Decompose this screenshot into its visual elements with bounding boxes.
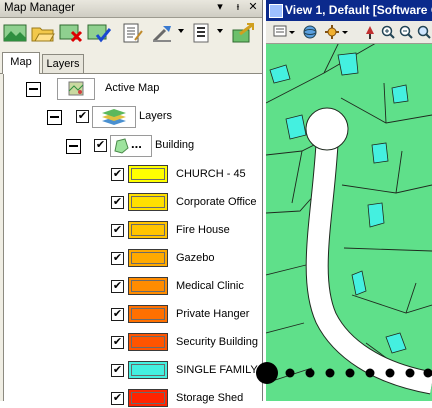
map-manager-toolbar bbox=[0, 18, 262, 50]
building-more-button[interactable]: ... bbox=[131, 136, 142, 151]
map-manager-title: Map Manager bbox=[4, 2, 75, 14]
legend-item-label: CHURCH - 45 bbox=[176, 168, 246, 180]
color-swatch[interactable] bbox=[128, 305, 168, 323]
list-dropdown-arrow-icon[interactable] bbox=[217, 29, 223, 33]
settings-icon[interactable] bbox=[324, 24, 340, 40]
building-footprint[interactable] bbox=[286, 115, 306, 139]
dropdown-arrow-icon[interactable]: ▾ bbox=[214, 1, 226, 14]
legend-item-label: Medical Clinic bbox=[176, 280, 244, 292]
tree-node-layers[interactable]: ✔ Layers bbox=[4, 106, 259, 126]
view-toolbar bbox=[266, 21, 432, 44]
pin-icon[interactable] bbox=[362, 24, 378, 40]
color-swatch[interactable] bbox=[128, 193, 168, 211]
select-dropdown-arrow-icon[interactable] bbox=[288, 24, 296, 40]
road bbox=[306, 108, 432, 383]
open-map-icon[interactable] bbox=[31, 22, 55, 44]
building-label: Building bbox=[155, 139, 194, 151]
zoom-out-icon[interactable] bbox=[398, 24, 414, 40]
legend-item[interactable]: ✔ Storage Shed bbox=[4, 388, 259, 408]
building-footprint[interactable] bbox=[352, 271, 366, 295]
validate-map-icon[interactable] bbox=[87, 22, 111, 44]
tab-layers[interactable]: Layers bbox=[42, 54, 84, 73]
active-map-label: Active Map bbox=[105, 82, 159, 94]
list-icon[interactable] bbox=[190, 22, 214, 44]
tree-node-building[interactable]: ✔ ... Building bbox=[4, 135, 259, 155]
legend-item-label: SINGLE FAMILY bbox=[176, 364, 258, 376]
color-swatch[interactable] bbox=[128, 333, 168, 351]
settings-dropdown-arrow-icon[interactable] bbox=[341, 24, 349, 40]
map-manager-titlebar: Map Manager ▾ ᵻ ✕ bbox=[0, 0, 262, 18]
close-icon[interactable]: ✕ bbox=[247, 1, 259, 14]
color-swatch[interactable] bbox=[128, 389, 168, 407]
legend-item-label: Fire House bbox=[176, 224, 230, 236]
legend-item-label: Storage Shed bbox=[176, 392, 243, 404]
legend-item-label: Security Building bbox=[176, 336, 258, 348]
legend-item-label: Corporate Office bbox=[176, 196, 257, 208]
building-footprint[interactable] bbox=[338, 53, 358, 75]
tools-dropdown-arrow-icon[interactable] bbox=[178, 29, 184, 33]
building-footprints bbox=[270, 53, 408, 353]
legend-item-checkbox[interactable]: ✔ bbox=[111, 308, 124, 321]
map-canvas[interactable] bbox=[266, 43, 432, 401]
layers-label: Layers bbox=[139, 110, 172, 122]
layers-stack-icon bbox=[92, 106, 136, 128]
legend-item-checkbox[interactable]: ✔ bbox=[111, 336, 124, 349]
legend-item-checkbox[interactable]: ✔ bbox=[111, 252, 124, 265]
color-swatch[interactable] bbox=[128, 277, 168, 295]
tree-node-active-map[interactable]: Active Map bbox=[4, 78, 259, 98]
tab-map[interactable]: Map bbox=[2, 52, 40, 74]
delete-map-icon[interactable] bbox=[59, 22, 83, 44]
legend-item-checkbox[interactable]: ✔ bbox=[111, 224, 124, 237]
collapse-icon[interactable] bbox=[66, 139, 81, 154]
legend-item[interactable]: ✔ Fire House bbox=[4, 220, 259, 240]
legend-item-label: Gazebo bbox=[176, 252, 215, 264]
layers-checkbox[interactable]: ✔ bbox=[76, 110, 89, 123]
properties-icon[interactable] bbox=[121, 22, 145, 44]
legend-item-label: Private Hanger bbox=[176, 308, 249, 320]
color-swatch[interactable] bbox=[128, 361, 168, 379]
legend-item[interactable]: ✔ Security Building bbox=[4, 332, 259, 352]
select-icon[interactable] bbox=[272, 24, 288, 40]
new-map-icon[interactable] bbox=[3, 22, 27, 44]
pin-icon[interactable]: ᵻ bbox=[232, 1, 244, 14]
legend-item-checkbox[interactable]: ✔ bbox=[111, 168, 124, 181]
legend-item-checkbox[interactable]: ✔ bbox=[111, 196, 124, 209]
legend-item[interactable]: ✔ CHURCH - 45 bbox=[4, 164, 259, 184]
view-titlebar: View 1, Default [Software G bbox=[266, 0, 432, 21]
map-icon bbox=[57, 78, 95, 100]
legend-item[interactable]: ✔ Medical Clinic bbox=[4, 276, 259, 296]
building-footprint[interactable] bbox=[270, 65, 290, 83]
view-window-icon bbox=[269, 4, 283, 18]
zoom-in-icon[interactable] bbox=[380, 24, 396, 40]
legend-item[interactable]: ✔ Private Hanger bbox=[4, 304, 259, 324]
layer-tree: Active Map ✔ Layers ✔ ... Building ✔ CHUR… bbox=[3, 74, 262, 401]
collapse-icon[interactable] bbox=[26, 82, 41, 97]
collapse-icon[interactable] bbox=[47, 110, 62, 125]
globe-icon[interactable] bbox=[302, 24, 318, 40]
export-icon[interactable] bbox=[231, 22, 255, 44]
building-footprint[interactable] bbox=[368, 203, 384, 227]
building-footprint[interactable] bbox=[386, 333, 406, 353]
tools-icon[interactable] bbox=[151, 22, 175, 44]
map-manager-tabs: Map Layers bbox=[0, 52, 262, 74]
legend-item[interactable]: ✔ Gazebo bbox=[4, 248, 259, 268]
building-checkbox[interactable]: ✔ bbox=[94, 139, 107, 152]
zoom-box-icon[interactable] bbox=[416, 24, 432, 40]
color-swatch[interactable] bbox=[128, 249, 168, 267]
legend-item-checkbox[interactable]: ✔ bbox=[111, 280, 124, 293]
legend-item-checkbox[interactable]: ✔ bbox=[111, 364, 124, 377]
legend-item[interactable]: ✔ SINGLE FAMILY bbox=[4, 360, 259, 380]
legend-item-checkbox[interactable]: ✔ bbox=[111, 392, 124, 405]
color-swatch[interactable] bbox=[128, 221, 168, 239]
view-title: View 1, Default [Software G bbox=[285, 0, 432, 21]
map-view-pane[interactable]: View 1, Default [Software G bbox=[266, 0, 432, 401]
legend-item[interactable]: ✔ Corporate Office bbox=[4, 192, 259, 212]
color-swatch[interactable] bbox=[128, 165, 168, 183]
building-footprint[interactable] bbox=[392, 85, 408, 103]
building-footprint[interactable] bbox=[372, 143, 388, 163]
map-manager-pane: Map Manager ▾ ᵻ ✕ Map bbox=[0, 0, 263, 401]
